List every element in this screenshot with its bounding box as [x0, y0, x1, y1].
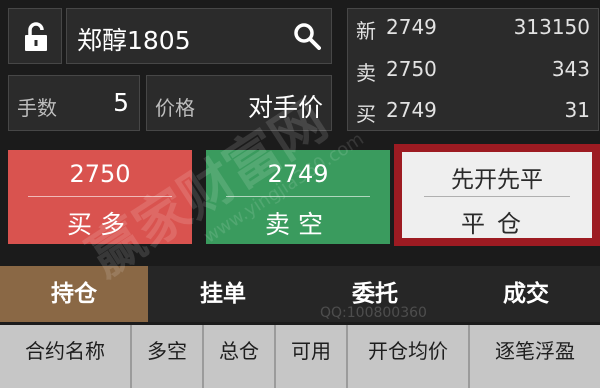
quote-key: 卖 — [356, 61, 376, 85]
quote-row-last: 新 2749 313150 — [356, 15, 590, 45]
column-header-direction[interactable]: 多空 — [132, 325, 204, 388]
lock-open-icon — [24, 22, 48, 56]
tab-pending-orders[interactable]: 挂单 — [148, 266, 298, 322]
positions-table-header: 合约名称 多空 总仓 可用 开仓均价 逐笔浮盈 — [0, 325, 600, 388]
quote-panel: 新 2749 313150 卖 2750 343 买 2749 31 — [347, 8, 599, 131]
column-header-contract-name[interactable]: 合约名称 — [0, 325, 132, 388]
column-header-avg-open-price[interactable]: 开仓均价 — [348, 325, 470, 388]
tab-bar: 持仓 挂单 委托 成交 — [0, 266, 600, 322]
watermark-qq: QQ:100800360 — [320, 305, 427, 321]
quote-price: 2749 — [386, 15, 437, 39]
close-position-panel: 先开先平 平仓 — [402, 152, 592, 238]
contract-name: 郑醇1805 — [77, 26, 191, 55]
quote-volume: 313150 — [513, 15, 590, 39]
close-position-button[interactable]: 先开先平 平仓 — [394, 144, 600, 246]
quote-key: 新 — [356, 19, 376, 43]
column-header-floating-pnl[interactable]: 逐笔浮盈 — [470, 325, 600, 388]
quote-volume: 31 — [564, 98, 590, 122]
quote-price: 2750 — [386, 57, 437, 81]
quantity-label: 手数 — [17, 96, 57, 120]
column-header-total-position[interactable]: 总仓 — [204, 325, 276, 388]
quote-row-ask: 卖 2750 343 — [356, 57, 590, 87]
contract-search-field[interactable]: 郑醇1805 — [66, 8, 332, 64]
close-mode-label: 先开先平 — [451, 167, 543, 193]
lock-button[interactable] — [8, 8, 62, 64]
quote-key: 买 — [356, 102, 376, 126]
quote-price: 2749 — [386, 98, 437, 122]
close-action-label: 平仓 — [461, 210, 533, 238]
quote-row-bid: 买 2749 31 — [356, 98, 590, 128]
price-label: 价格 — [155, 96, 195, 120]
quantity-value: 5 — [113, 88, 129, 117]
search-icon[interactable] — [293, 22, 321, 54]
divider — [424, 196, 570, 197]
tab-trades[interactable]: 成交 — [452, 266, 600, 322]
quote-volume: 343 — [551, 57, 590, 81]
quantity-field[interactable]: 手数 5 — [8, 75, 140, 131]
column-header-available[interactable]: 可用 — [276, 325, 348, 388]
